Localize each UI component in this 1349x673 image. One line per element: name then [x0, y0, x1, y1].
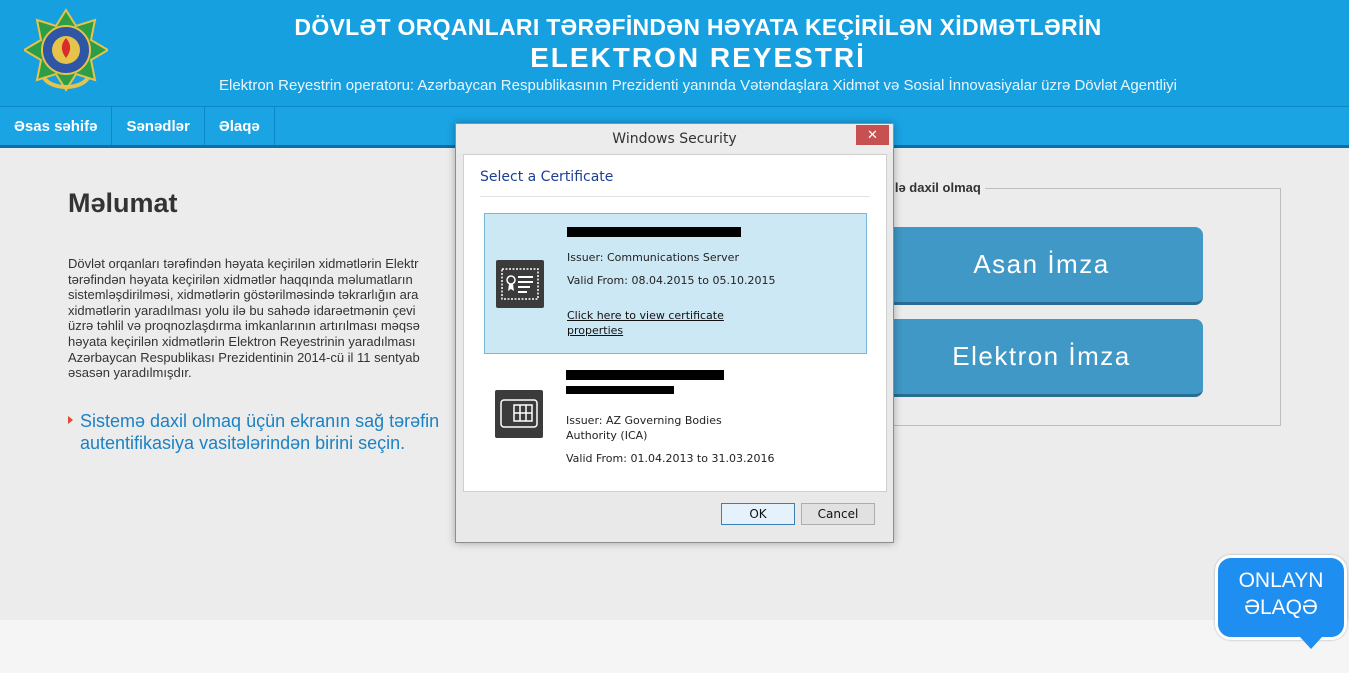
footer-band	[0, 620, 1349, 673]
chat-bubble-tail	[1300, 637, 1322, 649]
nav-item-documents[interactable]: Sənədlər	[112, 107, 205, 145]
nav-item-contact[interactable]: Əlaqə	[205, 107, 275, 145]
smartcard-icon	[495, 390, 543, 438]
nav-item-home[interactable]: Əsas səhifə	[0, 107, 113, 145]
close-icon[interactable]: ✕	[856, 125, 889, 145]
certificate-valid: Valid From: 08.04.2015 to 05.10.2015	[567, 274, 776, 287]
azerbaijan-emblem-icon	[22, 8, 110, 98]
dialog-titlebar[interactable]: Windows Security ✕	[456, 124, 893, 153]
cancel-button[interactable]: Cancel	[801, 503, 875, 525]
online-contact-button[interactable]: ONLAYN ƏLAQƏ	[1215, 555, 1347, 640]
site-header: DÖVLƏT ORQANLARI TƏRƏFİNDƏN HƏYATA KEÇİR…	[0, 0, 1349, 106]
dialog-separator	[480, 196, 870, 197]
login-legend: silə daxil olmaq	[880, 180, 985, 195]
redacted-name	[567, 227, 741, 237]
certificate-issuer: Issuer: AZ Governing Bodies Authority (I…	[566, 414, 722, 442]
online-contact-line2: ƏLAQƏ	[1244, 596, 1318, 619]
certificate-icon	[496, 260, 544, 308]
elektron-imza-button[interactable]: Elektron İmza	[880, 319, 1203, 397]
online-contact-line1: ONLAYN	[1238, 569, 1324, 592]
header-title-line2: ELEKTRON REYESTRİ	[530, 42, 866, 73]
dialog-title: Windows Security	[612, 131, 737, 147]
certificate-item-1[interactable]: Issuer: Communications Server Valid From…	[484, 213, 867, 354]
info-instruction: Sistemə daxil olmaq üçün ekranın sağ tər…	[80, 411, 440, 453]
ok-button[interactable]: OK	[721, 503, 795, 525]
certificate-issuer: Issuer: Communications Server	[567, 251, 739, 264]
header-subtitle: Elektron Reyestrin operatoru: Azərbaycan…	[218, 77, 1178, 94]
dialog-body: Select a Certificate Issuer: Communicati…	[463, 154, 887, 492]
redacted-name	[566, 386, 674, 394]
certificate-properties-link[interactable]: Click here to view certificate propertie…	[567, 308, 737, 338]
header-title-line1: DÖVLƏT ORQANLARI TƏRƏFİNDƏN HƏYATA KEÇİR…	[294, 14, 1102, 40]
dialog-heading: Select a Certificate	[480, 169, 614, 185]
certificate-valid: Valid From: 01.04.2013 to 31.03.2016	[566, 452, 775, 465]
asan-imza-button[interactable]: Asan İmza	[880, 227, 1203, 305]
info-title: Məlumat	[68, 188, 178, 218]
windows-security-dialog: Windows Security ✕ Select a Certificate …	[455, 123, 894, 543]
info-text: Dövlət orqanları tərəfindən həyata keçir…	[68, 256, 420, 381]
bullet-arrow-icon	[68, 416, 73, 424]
certificate-item-2[interactable]: Issuer: AZ Governing Bodies Authority (I…	[484, 360, 867, 480]
redacted-name	[566, 370, 724, 380]
